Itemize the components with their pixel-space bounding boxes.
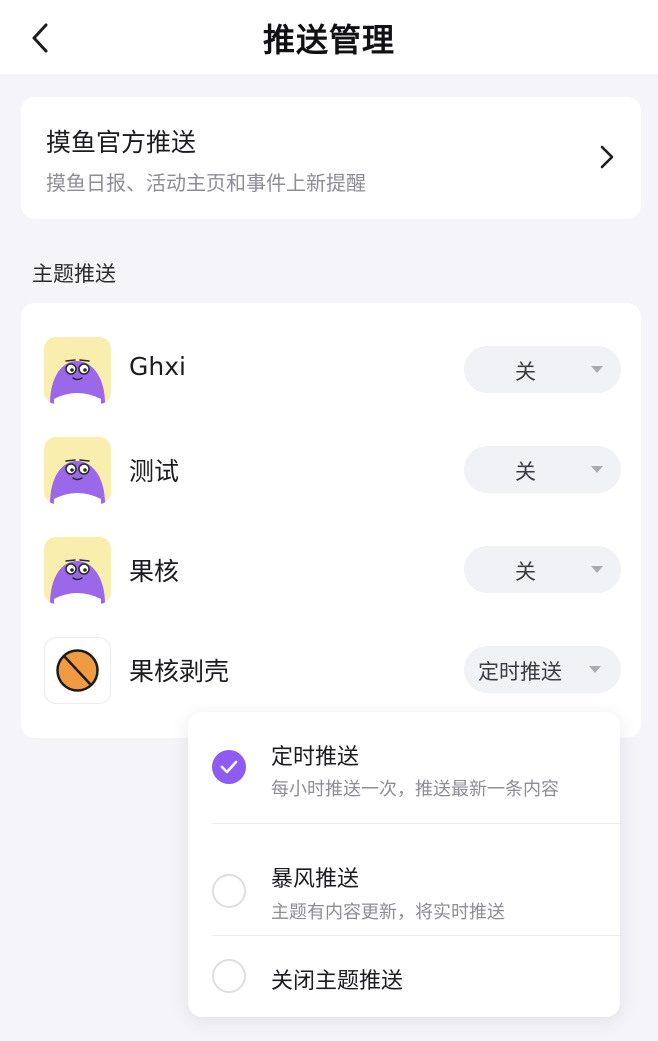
- official-push-title: 摸鱼官方推送: [46, 128, 197, 157]
- official-push-card[interactable]: 摸鱼官方推送 摸鱼日报、活动主页和事件上新提醒: [21, 97, 641, 219]
- caret-down-icon: [589, 666, 601, 673]
- push-mode-value: 关: [515, 360, 536, 384]
- topic-list: Ghxi 关 测试 关 果核 关 果核剥壳 定时推送: [21, 303, 641, 738]
- topic-name: 果核: [129, 557, 180, 586]
- push-mode-value: 关: [515, 560, 536, 584]
- purple-creature-icon: [44, 337, 111, 404]
- topic-section-label: 主题推送: [32, 262, 116, 286]
- caret-down-icon: [591, 366, 603, 373]
- caret-down-icon: [591, 566, 603, 573]
- orange-ball-icon: [56, 649, 99, 692]
- page-title: 推送管理: [262, 21, 395, 59]
- option-title: 关闭主题推送: [271, 969, 404, 994]
- option-description: 主题有内容更新，将实时推送: [271, 902, 505, 923]
- topic-avatar: [44, 537, 111, 604]
- topic-name: Ghxi: [129, 352, 186, 381]
- push-mode-select[interactable]: 关: [464, 546, 621, 593]
- push-mode-value: 关: [515, 460, 536, 484]
- topic-name: 果核剥壳: [129, 657, 230, 686]
- radio-checked[interactable]: [212, 750, 246, 784]
- radio-unchecked[interactable]: [212, 959, 246, 993]
- topic-avatar: [44, 337, 111, 404]
- topic-avatar: [44, 637, 111, 704]
- push-mode-value: 定时推送: [478, 660, 562, 684]
- topic-row: 测试 关: [21, 437, 641, 527]
- purple-creature-icon: [44, 437, 111, 504]
- push-mode-select[interactable]: 定时推送: [464, 646, 621, 693]
- radio-unchecked[interactable]: [212, 874, 246, 908]
- option-title: 定时推送: [271, 745, 360, 770]
- top-bar: 推送管理: [0, 0, 658, 74]
- option-scheduled-push[interactable]: 定时推送 每小时推送一次，推送最新一条内容: [188, 712, 620, 823]
- topic-name: 测试: [129, 457, 180, 486]
- caret-down-icon: [591, 466, 603, 473]
- topic-avatar: [44, 437, 111, 504]
- chevron-right-icon: [600, 145, 614, 169]
- push-mode-dropdown: 定时推送 每小时推送一次，推送最新一条内容 暴风推送 主题有内容更新，将实时推送…: [188, 712, 620, 1017]
- topic-row: Ghxi 关: [21, 337, 641, 427]
- option-close-topic-push[interactable]: 关闭主题推送: [188, 936, 620, 1017]
- purple-creature-icon: [44, 537, 111, 604]
- push-mode-select[interactable]: 关: [464, 346, 621, 393]
- push-mode-select[interactable]: 关: [464, 446, 621, 493]
- option-title: 暴风推送: [271, 867, 360, 892]
- option-storm-push[interactable]: 暴风推送 主题有内容更新，将实时推送: [188, 824, 620, 935]
- official-push-subtitle: 摸鱼日报、活动主页和事件上新提醒: [46, 171, 366, 195]
- option-description: 每小时推送一次，推送最新一条内容: [271, 779, 559, 800]
- topic-row: 果核 关: [21, 537, 641, 627]
- check-icon: [220, 760, 238, 774]
- push-management-page: 推送管理 摸鱼官方推送 摸鱼日报、活动主页和事件上新提醒 主题推送 Ghxi 关…: [0, 0, 658, 1041]
